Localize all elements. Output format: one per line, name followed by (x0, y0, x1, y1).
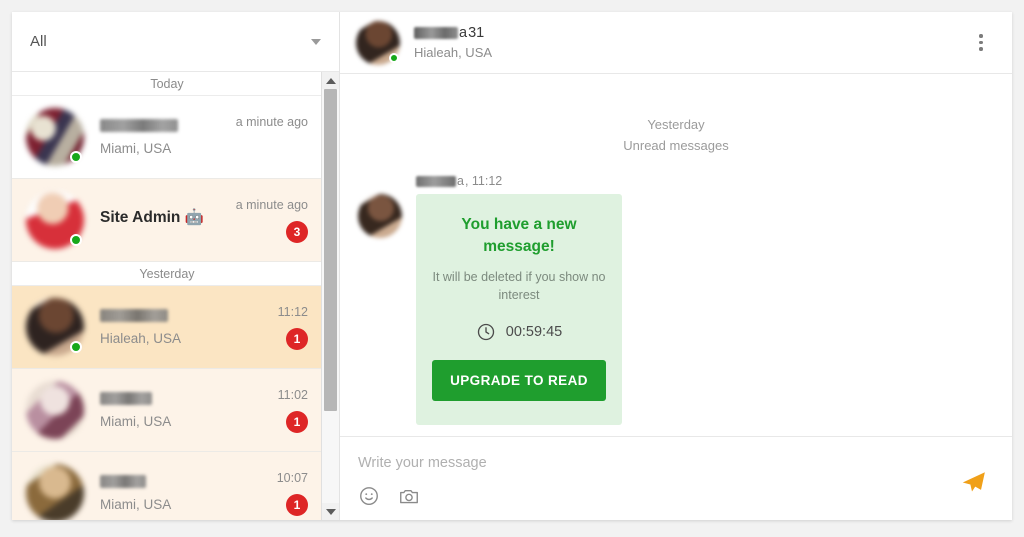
message-time: 11:12 (277, 304, 308, 319)
composer-tools (358, 485, 994, 507)
send-message-button[interactable] (958, 467, 988, 497)
unread-badge: 1 (286, 493, 308, 516)
list-item[interactable]: Hialeah, USA 11:12 1 (12, 286, 322, 369)
list-item[interactable]: Site Admin 🤖 a minute ago 3 (12, 179, 322, 262)
scroll-down-arrow-icon[interactable] (321, 503, 339, 520)
day-separator: Yesterday (647, 117, 705, 132)
bubble-title: You have a new message! (461, 216, 577, 255)
list-item-text: Hialeah, USA (84, 308, 230, 346)
clock-icon (477, 323, 494, 341)
scroll-up-arrow-icon[interactable] (321, 72, 339, 89)
avatar-image (26, 381, 84, 439)
chat-contact-location: Hialeah, USA (414, 45, 493, 60)
chat-header-text: a 31 Hialeah, USA (400, 25, 968, 60)
unread-separator: Unread messages (623, 138, 729, 153)
countdown-timer: 00:59:45 (505, 324, 563, 340)
contact-name-suffix: a (459, 25, 468, 41)
avatar-image (26, 464, 84, 520)
contact-location: Hialeah, USA (100, 330, 182, 346)
chat-header: a 31 Hialeah, USA (340, 12, 1012, 74)
chat-messages-area: Yesterday Unread messages a , 11:12 You … (340, 74, 1012, 436)
countdown-row: 00:59:45 (432, 322, 606, 342)
online-status-dot (70, 341, 82, 353)
upgrade-to-read-button[interactable]: UPGRADE TO READ (432, 360, 606, 401)
locked-message-bubble: You have a new message! It will be delet… (416, 194, 622, 425)
contact-name-redacted (100, 391, 152, 405)
list-item-text: Miami, USA (84, 474, 230, 512)
conversations-sidebar: All Today Miami, USA a minute ago Site A… (12, 12, 340, 520)
contact-name-redacted (414, 27, 458, 39)
camera-icon[interactable] (398, 485, 420, 507)
conversation-list: Today Miami, USA a minute ago Site Admin… (12, 72, 322, 520)
list-item[interactable]: Miami, USA 10:07 1 (12, 452, 322, 520)
emoji-smiley-icon[interactable] (358, 485, 380, 507)
avatar (26, 108, 84, 166)
contact-name: Site Admin 🤖 (100, 208, 204, 226)
avatar (26, 191, 84, 249)
avatar (26, 381, 84, 439)
list-item-meta: a minute ago 3 (230, 198, 308, 243)
list-item-text: Miami, USA (84, 118, 230, 156)
contact-location: Miami, USA (100, 413, 172, 429)
message-composer (340, 436, 1012, 520)
message-time: 10:07 (276, 470, 308, 485)
avatar[interactable] (356, 20, 400, 65)
sender-name-suffix: a (457, 174, 464, 188)
message-timestamp: , 11:12 (464, 174, 503, 188)
list-item-text: Miami, USA (84, 391, 230, 429)
message-time: 11:02 (277, 387, 308, 402)
conversation-scroll-area: Today Miami, USA a minute ago Site Admin… (12, 72, 339, 520)
avatar (358, 194, 402, 238)
list-item[interactable]: Miami, USA 11:02 1 (12, 369, 322, 452)
message-column: a , 11:12 You have a new message! It wil… (402, 174, 622, 425)
avatar (26, 464, 84, 520)
message-time: a minute ago (235, 114, 308, 129)
sender-name-redacted (416, 175, 456, 187)
message-sender-meta: a , 11:12 (416, 174, 622, 188)
day-separator-yesterday: Yesterday (12, 262, 322, 286)
avatar-image (358, 194, 402, 238)
online-status-dot (70, 234, 82, 246)
contact-name-redacted (100, 118, 178, 132)
contact-name-redacted (100, 474, 146, 488)
avatar (26, 298, 84, 356)
chat-separators: Yesterday Unread messages (358, 114, 994, 156)
conversation-filter-dropdown[interactable]: All (12, 12, 339, 72)
list-item-meta: 11:12 1 (230, 305, 308, 350)
list-item-meta: a minute ago (230, 115, 308, 160)
day-separator-today: Today (12, 72, 322, 96)
contact-location: Miami, USA (100, 140, 172, 156)
contact-name-redacted (100, 308, 168, 322)
scrollbar-thumb[interactable] (323, 89, 337, 411)
bubble-subtitle: It will be deleted if you show no intere… (432, 270, 606, 302)
list-item-text: Site Admin 🤖 (84, 208, 230, 233)
chevron-down-icon (311, 38, 321, 45)
filter-selected-value: All (30, 33, 47, 50)
chat-contact-name: a 31 (414, 25, 968, 41)
contact-location: Miami, USA (100, 496, 172, 512)
send-paper-plane-icon (962, 472, 985, 492)
message-row: a , 11:12 You have a new message! It wil… (358, 174, 994, 425)
conversation-scrollbar[interactable] (321, 72, 339, 520)
unread-badge: 1 (286, 327, 308, 350)
chat-panel: a 31 Hialeah, USA Yesterday Unread messa… (340, 12, 1012, 520)
unread-badge: 3 (286, 220, 308, 243)
unread-badge: 1 (286, 410, 308, 433)
message-input[interactable] (358, 451, 867, 475)
list-item-meta: 10:07 1 (230, 471, 308, 516)
list-item-meta: 11:02 1 (230, 388, 308, 433)
kebab-menu-icon[interactable] (968, 28, 994, 58)
contact-age: 31 (468, 25, 485, 41)
list-item[interactable]: Miami, USA a minute ago (12, 96, 322, 179)
online-status-dot (389, 52, 399, 63)
scrollbar-track[interactable] (321, 89, 339, 503)
message-time: a minute ago (235, 197, 308, 212)
messenger-app: All Today Miami, USA a minute ago Site A… (12, 12, 1012, 520)
online-status-dot (70, 151, 82, 163)
